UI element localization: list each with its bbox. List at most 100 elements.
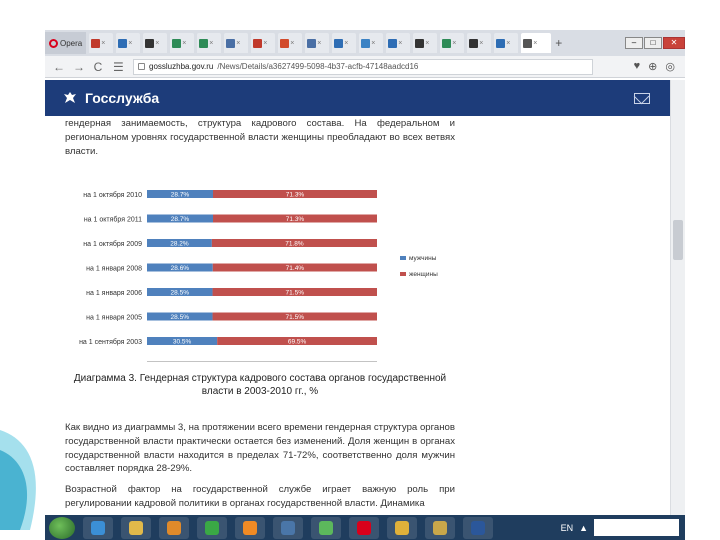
taskbar-app-paint[interactable] [425,516,455,539]
minimize-button[interactable]: – [625,37,643,49]
close-tab-icon[interactable]: × [236,40,240,47]
reload-icon[interactable]: C [93,60,103,74]
browser-tab[interactable]: × [494,33,519,53]
data-label: 71.3% [286,216,305,223]
browser-tab[interactable]: × [413,33,438,53]
favicon-icon [145,38,155,48]
tab-list: × × × × × × × × × × × × × × × × × [86,33,552,53]
browser-tab[interactable]: × [521,33,552,53]
page-scrollbar[interactable] [670,80,685,515]
favicon-icon [118,38,128,48]
close-tab-icon[interactable]: × [182,40,186,47]
opera-menu-label: Opera [60,38,83,48]
data-label: 28.5% [171,290,190,297]
taskbar-app-explorer[interactable] [121,516,151,539]
favicon-icon [172,38,182,48]
favicon-icon [334,38,344,48]
favicon-icon [469,38,479,48]
taskbar-app-aimp[interactable] [197,516,227,539]
close-window-button[interactable]: ✕ [663,37,685,49]
window-controls: – □ ✕ [625,37,685,49]
download-icon[interactable]: ⊕ [648,60,657,73]
taskbar-apps [75,516,493,539]
back-icon[interactable]: ← [53,60,65,74]
maximize-button[interactable]: □ [644,37,662,49]
browser-tab[interactable]: × [440,33,465,53]
browser-tab[interactable]: × [359,33,384,53]
browser-tab-strip: Opera × × × × × × × × × × × × × × × × × + – □ ✕ [45,30,685,56]
start-button[interactable] [49,516,75,539]
browser-tab[interactable]: × [197,33,222,53]
close-tab-icon[interactable]: × [317,40,321,47]
browser-tab[interactable]: × [251,33,276,53]
close-tab-icon[interactable]: × [452,40,456,47]
ie-icon [91,520,105,535]
browser-tab[interactable]: × [170,33,195,53]
browser-tab[interactable]: × [116,33,141,53]
favicon-icon [442,38,452,48]
url-field[interactable]: gossluzhba.gov.ru/News/Details/a3627499-… [133,58,593,75]
category-label: на 1 октября 2009 [83,240,142,248]
site-brand[interactable]: Госслужба [85,90,159,106]
forward-icon[interactable]: → [73,60,85,74]
category-label: на 1 января 2006 [86,290,142,297]
speed-dial-icon[interactable]: ☰ [113,60,124,74]
close-tab-icon[interactable]: × [533,40,537,47]
browser-tab[interactable]: × [224,33,249,53]
close-tab-icon[interactable]: × [209,40,213,47]
aimp-icon [205,520,219,535]
category-label: на 1 октября 2010 [83,191,142,199]
browser-tab[interactable]: × [89,33,114,53]
close-tab-icon[interactable]: × [398,40,402,47]
mail-icon[interactable] [634,92,650,104]
opera-menu-button[interactable]: Opera [45,32,87,54]
url-path: /News/Details/a3627499-5098-4b37-acfb-47… [217,62,419,71]
account-icon[interactable]: ◎ [665,60,675,73]
close-tab-icon[interactable]: × [101,40,105,47]
taskbar-app-chrome[interactable] [387,516,417,539]
close-tab-icon[interactable]: × [128,40,132,47]
legend-swatch [400,256,406,260]
favicon-icon [415,38,425,48]
browser-tab[interactable]: × [143,33,168,53]
browser-tab[interactable]: × [332,33,357,53]
legend-label: женщины [409,271,438,278]
bookmark-heart-icon[interactable]: ♥ [634,60,641,73]
close-tab-icon[interactable]: × [344,40,348,47]
odnoklassniki-icon [243,520,257,535]
clock-area[interactable] [594,519,679,536]
new-tab-button[interactable]: + [555,36,562,50]
category-label: на 1 сентября 2003 [79,338,142,346]
taskbar-app-odnoklassniki[interactable] [235,516,265,539]
data-label: 28.5% [171,314,190,321]
browser-tab[interactable]: × [467,33,492,53]
browser-tab[interactable]: × [386,33,411,53]
browser-tab[interactable]: × [278,33,303,53]
close-tab-icon[interactable]: × [155,40,159,47]
opera-icon [357,520,371,535]
scrollbar-thumb[interactable] [673,220,683,260]
close-tab-icon[interactable]: × [425,40,429,47]
favicon-icon [280,38,290,48]
article-paragraph-2: Возрастной фактор на государственной слу… [65,484,455,509]
taskbar-app-icq[interactable] [311,516,341,539]
article-paragraph: Как видно из диаграммы 3, на протяжении … [65,422,455,475]
screen: Opera × × × × × × × × × × × × × × × × × + – □ ✕ ← → C ☰ … [0,0,720,540]
site-info-icon[interactable] [138,63,145,70]
close-tab-icon[interactable]: × [371,40,375,47]
favicon-icon [307,38,317,48]
language-indicator[interactable]: EN [561,523,574,533]
taskbar-app-opera[interactable] [349,516,379,539]
close-tab-icon[interactable]: × [290,40,294,47]
close-tab-icon[interactable]: × [479,40,483,47]
taskbar-app-ie[interactable] [83,516,113,539]
tray-expand-icon[interactable]: ▲ [579,523,588,533]
browser-tab[interactable]: × [305,33,330,53]
taskbar-app-vk[interactable] [273,516,303,539]
data-label: 71.5% [286,314,305,321]
close-tab-icon[interactable]: × [263,40,267,47]
taskbar-app-word[interactable] [463,516,493,539]
data-label: 71.8% [285,241,304,248]
taskbar-app-media[interactable] [159,516,189,539]
close-tab-icon[interactable]: × [506,40,510,47]
